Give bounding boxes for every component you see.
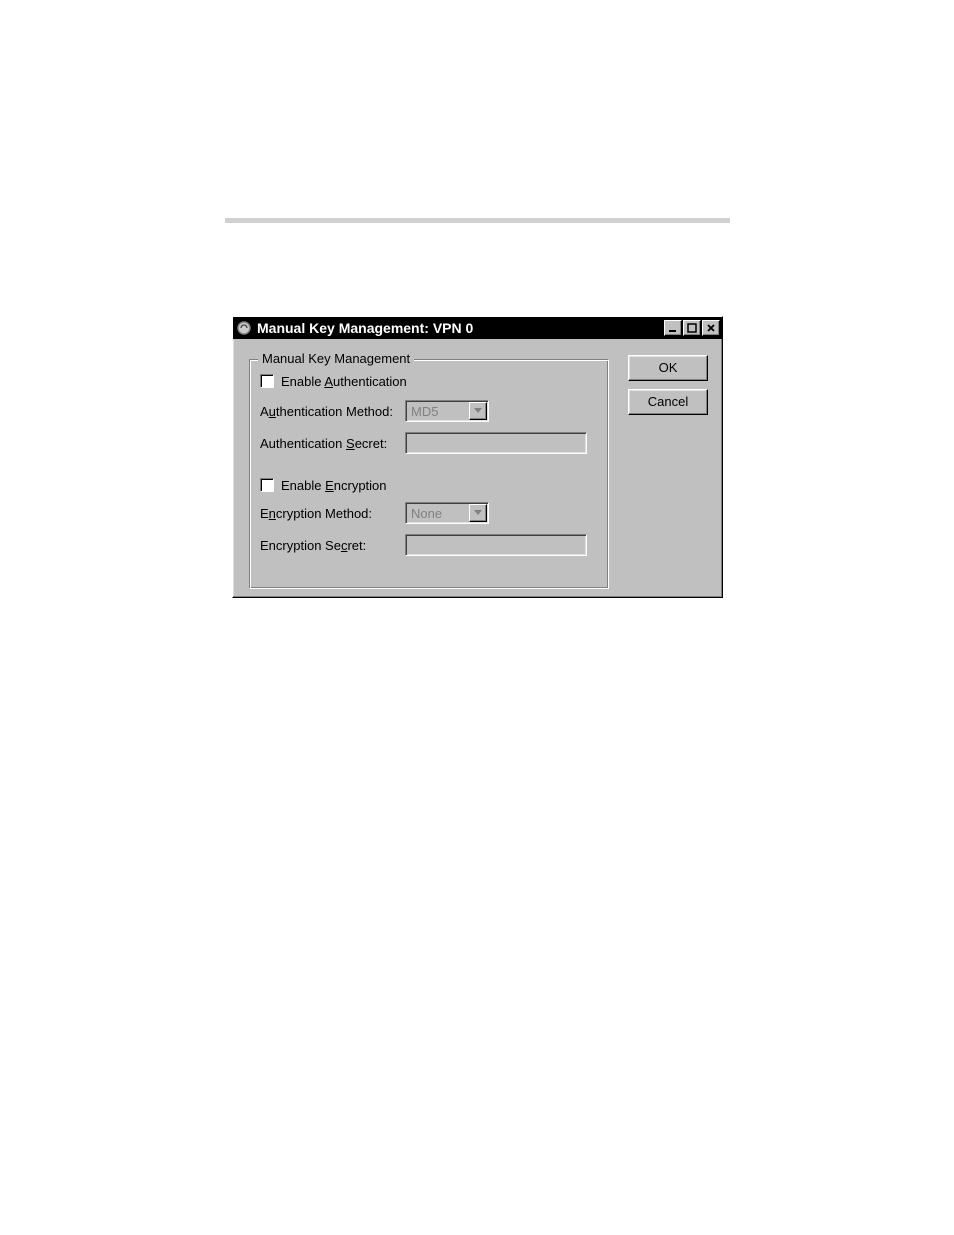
label-part: ncryption	[334, 478, 387, 493]
cancel-button[interactable]: Cancel	[628, 389, 708, 415]
label-part: A	[260, 404, 269, 419]
authentication-method-label: Authentication Method:	[260, 404, 405, 419]
mnemonic: E	[325, 478, 334, 493]
encryption-secret-label: Encryption Secret:	[260, 538, 405, 553]
combo-value: MD5	[406, 404, 469, 419]
encryption-secret-input[interactable]	[405, 534, 587, 556]
ok-button[interactable]: OK	[628, 355, 708, 381]
window-title: Manual Key Management: VPN 0	[257, 320, 663, 336]
enable-authentication-label: Enable Authentication	[281, 374, 407, 389]
label-part: cryption Method:	[276, 506, 372, 521]
window-controls	[663, 320, 720, 336]
manual-key-management-group: Manual Key Management Enable Authenticat…	[249, 359, 609, 589]
authentication-secret-input[interactable]	[405, 432, 587, 454]
authentication-method-combo[interactable]: MD5	[405, 400, 489, 422]
enable-encryption-label: Enable Encryption	[281, 478, 387, 493]
encryption-method-combo[interactable]: None	[405, 502, 489, 524]
label-part: Encryption Se	[260, 538, 341, 553]
label-part: Authentication	[260, 436, 346, 451]
enable-authentication-checkbox[interactable]	[260, 374, 274, 388]
label-part: Enable	[281, 374, 324, 389]
minimize-button[interactable]	[664, 320, 682, 336]
groupbox-legend: Manual Key Management	[258, 351, 414, 366]
label-part: ecret:	[355, 436, 388, 451]
chevron-down-icon[interactable]	[469, 504, 487, 522]
close-button[interactable]	[702, 320, 720, 336]
mnemonic: S	[346, 436, 355, 451]
app-icon	[235, 319, 253, 337]
label-part: thentication Method:	[276, 404, 393, 419]
enable-encryption-checkbox[interactable]	[260, 478, 274, 492]
label-part: E	[260, 506, 269, 521]
mnemonic: A	[324, 374, 333, 389]
label-part: uthentication	[333, 374, 407, 389]
page-divider	[225, 218, 730, 223]
mnemonic: u	[269, 404, 276, 419]
titlebar[interactable]: Manual Key Management: VPN 0	[233, 317, 722, 339]
authentication-secret-label: Authentication Secret:	[260, 436, 405, 451]
label-part: Enable	[281, 478, 325, 493]
chevron-down-icon[interactable]	[469, 402, 487, 420]
combo-value: None	[406, 506, 469, 521]
dialog-window: Manual Key Management: VPN 0 Manual Key …	[232, 316, 723, 598]
mnemonic: n	[269, 506, 276, 521]
encryption-method-label: Encryption Method:	[260, 506, 405, 521]
client-area: Manual Key Management Enable Authenticat…	[233, 339, 722, 597]
label-part: ret:	[347, 538, 366, 553]
maximize-button[interactable]	[683, 320, 701, 336]
